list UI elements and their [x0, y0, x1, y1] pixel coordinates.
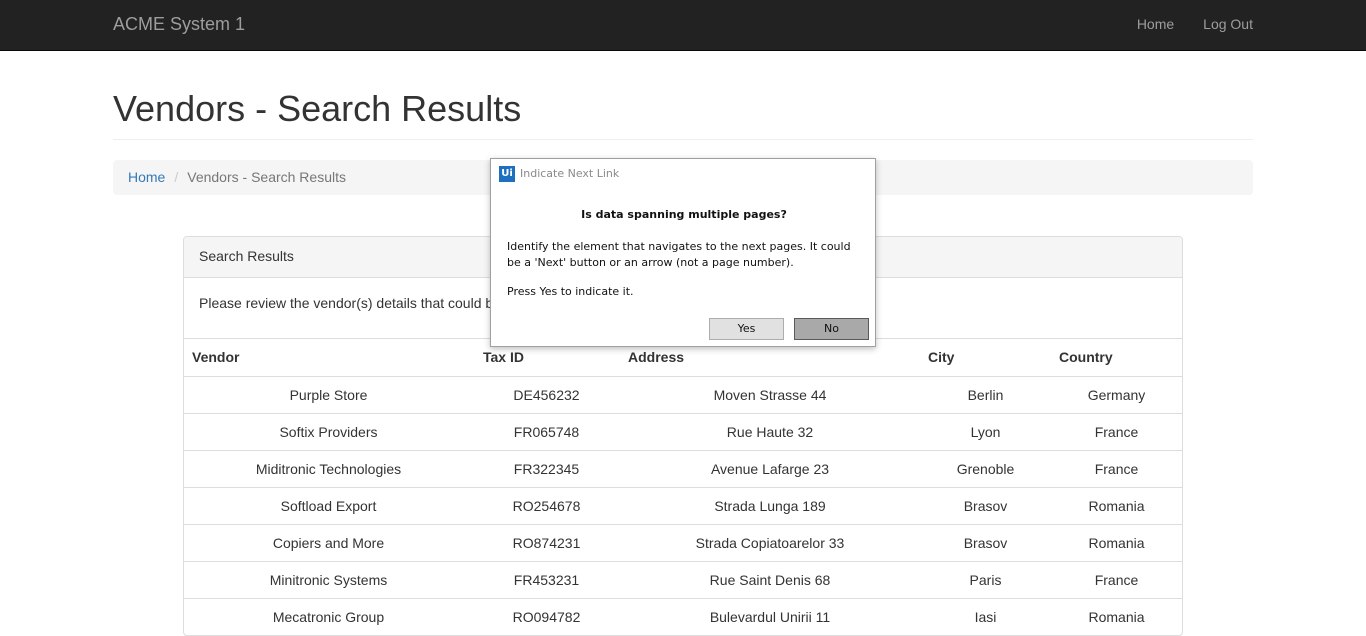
col-country-header: Country — [1051, 339, 1182, 377]
cell-country: France — [1051, 561, 1182, 599]
yes-button[interactable]: Yes — [709, 318, 784, 340]
dialog-titlebar: Ui Indicate Next Link — [491, 159, 875, 189]
cell-vendor: Softix Providers — [184, 413, 473, 451]
cell-country: Germany — [1051, 376, 1182, 414]
cell-taxid: FR065748 — [473, 413, 620, 451]
title-divider — [113, 139, 1253, 140]
dialog-question: Is data spanning multiple pages? — [581, 208, 787, 221]
top-navbar: ACME System 1 Home Log Out — [0, 0, 1366, 51]
cell-city: Grenoble — [920, 450, 1051, 488]
cell-country: France — [1051, 413, 1182, 451]
cell-taxid: DE456232 — [473, 376, 620, 414]
table-row: Purple Store DE456232 Moven Strasse 44 B… — [184, 376, 1182, 414]
cell-vendor: Purple Store — [184, 376, 473, 414]
cell-country: France — [1051, 450, 1182, 488]
cell-address: Moven Strasse 44 — [620, 376, 920, 414]
table-row: Minitronic Systems FR453231 Rue Saint De… — [184, 561, 1182, 599]
cell-city: Paris — [920, 561, 1051, 599]
dialog-title: Indicate Next Link — [520, 167, 620, 180]
cell-vendor: Softload Export — [184, 487, 473, 525]
nav-logout-link[interactable]: Log Out — [1203, 16, 1253, 32]
cell-address: Rue Saint Denis 68 — [620, 561, 920, 599]
table-row: Softload Export RO254678 Strada Lunga 18… — [184, 487, 1182, 525]
cell-taxid: RO094782 — [473, 598, 620, 635]
brand-title[interactable]: ACME System 1 — [113, 14, 245, 35]
col-city-header: City — [920, 339, 1051, 377]
cell-taxid: RO874231 — [473, 524, 620, 562]
table-row: Mecatronic Group RO094782 Bulevardul Uni… — [184, 598, 1182, 635]
breadcrumb-separator: / — [174, 169, 179, 185]
cell-vendor: Mecatronic Group — [184, 598, 473, 635]
indicate-next-link-dialog: Ui Indicate Next Link Is data spanning m… — [490, 158, 876, 347]
cell-address: Strada Copiatoarelor 33 — [620, 524, 920, 562]
breadcrumb-home-link[interactable]: Home — [128, 169, 165, 185]
cell-vendor: Copiers and More — [184, 524, 473, 562]
cell-taxid: FR322345 — [473, 450, 620, 488]
cell-address: Bulevardul Unirii 11 — [620, 598, 920, 635]
cell-country: Romania — [1051, 487, 1182, 525]
dialog-instruction: Press Yes to indicate it. — [507, 285, 634, 298]
col-vendor-header: Vendor — [184, 339, 473, 377]
cell-country: Romania — [1051, 524, 1182, 562]
nav-home-link[interactable]: Home — [1137, 16, 1174, 32]
table-row: Softix Providers FR065748 Rue Haute 32 L… — [184, 413, 1182, 451]
page-title: Vendors - Search Results — [113, 88, 522, 129]
uipath-logo-icon: Ui — [499, 166, 515, 182]
breadcrumb-current: Vendors - Search Results — [187, 169, 346, 185]
cell-city: Berlin — [920, 376, 1051, 414]
vendors-table: Vendor Tax ID Address City Country Purpl… — [184, 339, 1182, 635]
cell-address: Rue Haute 32 — [620, 413, 920, 451]
cell-country: Romania — [1051, 598, 1182, 635]
cell-city: Brasov — [920, 487, 1051, 525]
table-row: Copiers and More RO874231 Strada Copiato… — [184, 524, 1182, 562]
cell-city: Iasi — [920, 598, 1051, 635]
cell-taxid: FR453231 — [473, 561, 620, 599]
cell-city: Lyon — [920, 413, 1051, 451]
cell-vendor: Minitronic Systems — [184, 561, 473, 599]
dialog-message: Identify the element that navigates to t… — [507, 240, 851, 269]
table-row: Miditronic Technologies FR322345 Avenue … — [184, 450, 1182, 488]
cell-address: Strada Lunga 189 — [620, 487, 920, 525]
cell-city: Brasov — [920, 524, 1051, 562]
cell-address: Avenue Lafarge 23 — [620, 450, 920, 488]
nav-links: Home Log Out — [1137, 16, 1253, 32]
cell-taxid: RO254678 — [473, 487, 620, 525]
no-button[interactable]: No — [794, 318, 869, 340]
cell-vendor: Miditronic Technologies — [184, 450, 473, 488]
